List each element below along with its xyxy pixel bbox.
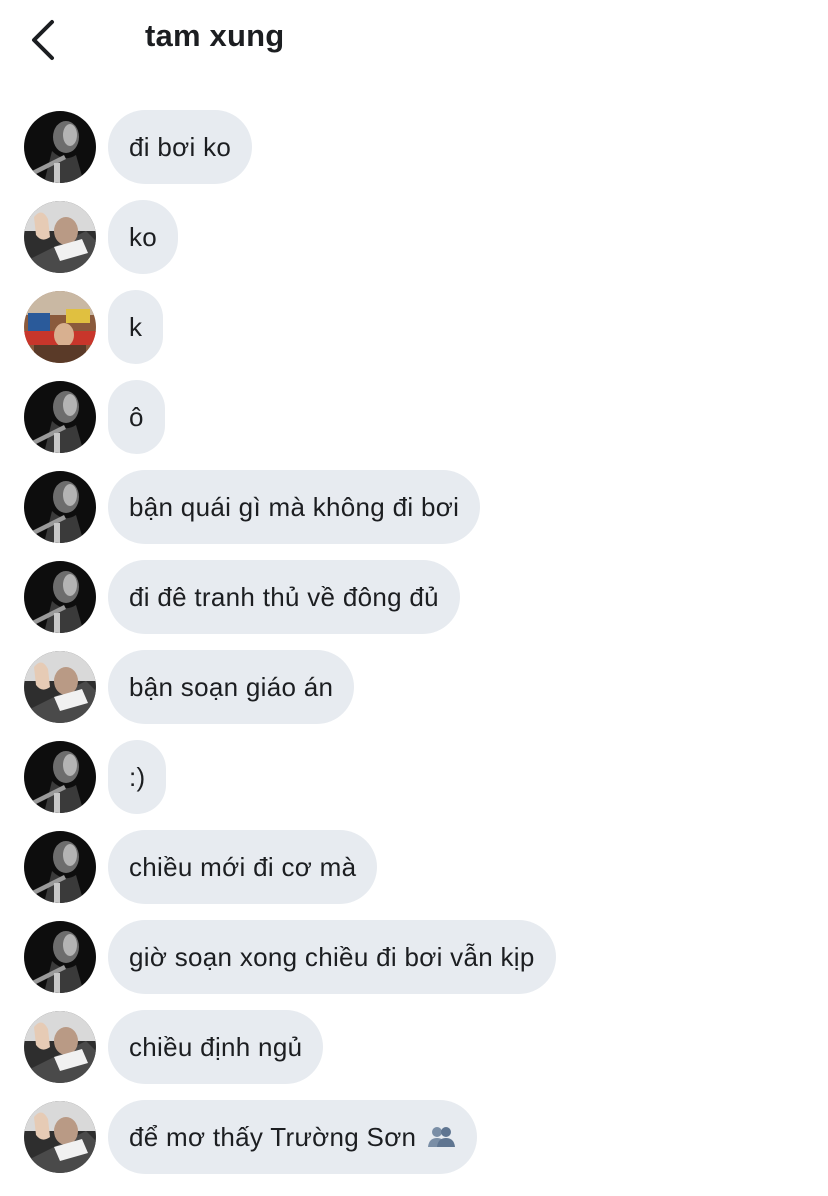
message-bubble[interactable]: chiều mới đi cơ mà (108, 830, 378, 904)
avatar[interactable] (24, 1101, 96, 1173)
avatar[interactable] (24, 831, 96, 903)
message-bubble[interactable]: ô (108, 380, 165, 454)
message-row: chiều mới đi cơ mà (24, 830, 378, 904)
message-row: đi đê tranh thủ về đông đủ (24, 560, 460, 634)
message-list[interactable]: đi bơi ko ko k ô bận quái gì mà không đi… (0, 0, 828, 1196)
avatar[interactable] (24, 291, 96, 363)
message-bubble[interactable]: chiều định ngủ (108, 1010, 324, 1084)
message-bubble[interactable]: đi bơi ko (108, 110, 253, 184)
avatar[interactable] (24, 471, 96, 543)
people-silhouette-emoji (426, 1125, 456, 1149)
message-row: ô (24, 380, 165, 454)
message-bubble[interactable]: k (108, 290, 164, 364)
message-row: bận quái gì mà không đi bơi (24, 470, 481, 544)
avatar[interactable] (24, 651, 96, 723)
avatar[interactable] (24, 921, 96, 993)
avatar[interactable] (24, 201, 96, 273)
message-bubble[interactable]: bận soạn giáo án (108, 650, 355, 724)
message-row: đi bơi ko (24, 110, 253, 184)
avatar[interactable] (24, 561, 96, 633)
avatar[interactable] (24, 1011, 96, 1083)
message-row: chiều định ngủ (24, 1010, 324, 1084)
message-row: giờ soạn xong chiều đi bơi vẫn kịp (24, 920, 556, 994)
avatar[interactable] (24, 111, 96, 183)
message-row: ko (24, 200, 179, 274)
message-bubble[interactable]: đi đê tranh thủ về đông đủ (108, 560, 460, 634)
message-row: :) (24, 740, 167, 814)
message-bubble[interactable]: ko (108, 200, 179, 274)
message-bubble[interactable]: bận quái gì mà không đi bơi (108, 470, 481, 544)
message-row: k (24, 290, 164, 364)
avatar[interactable] (24, 741, 96, 813)
message-bubble[interactable]: để mơ thấy Trường Sơn (108, 1100, 478, 1174)
message-text: để mơ thấy Trường Sơn (129, 1121, 417, 1152)
message-row: bận soạn giáo án (24, 650, 355, 724)
message-row: để mơ thấy Trường Sơn (24, 1100, 478, 1174)
message-bubble[interactable]: :) (108, 740, 167, 814)
avatar[interactable] (24, 381, 96, 453)
message-bubble[interactable]: giờ soạn xong chiều đi bơi vẫn kịp (108, 920, 556, 994)
